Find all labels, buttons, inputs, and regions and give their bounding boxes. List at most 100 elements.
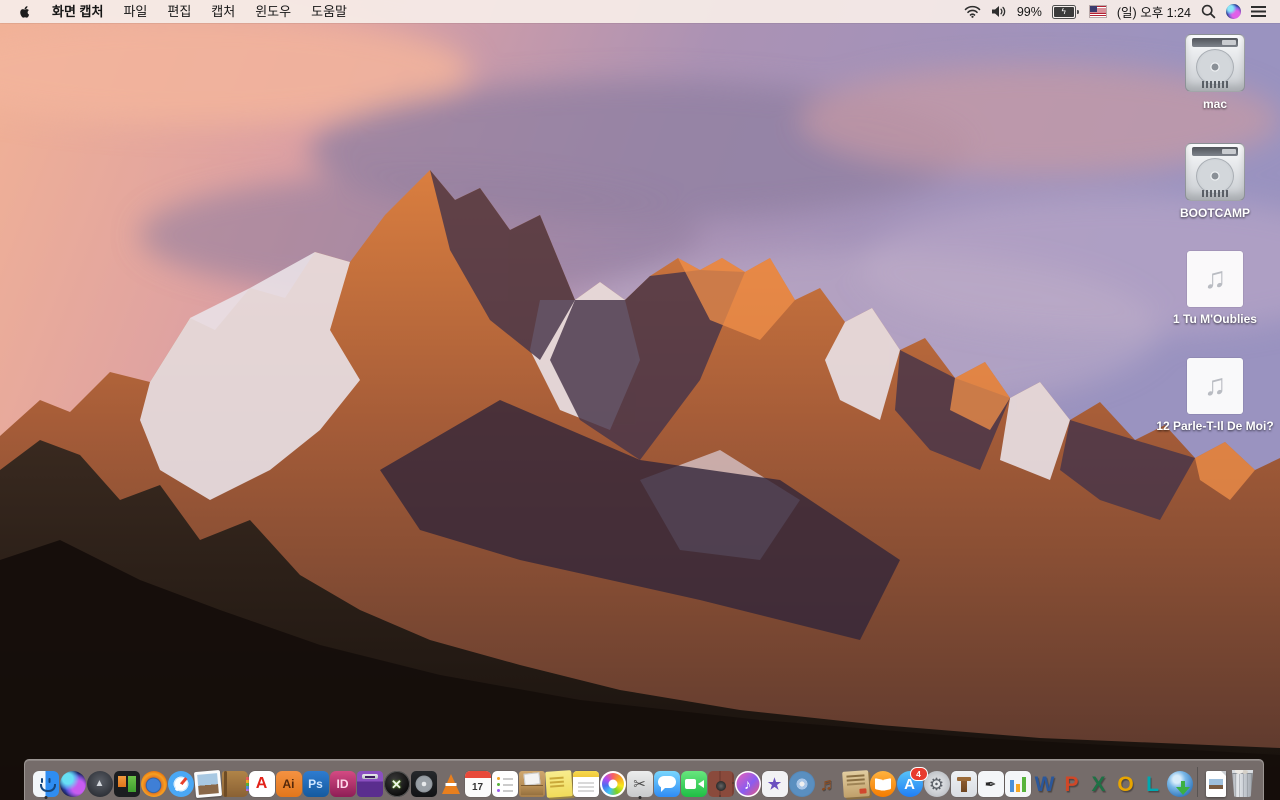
notification-badge: 4 (909, 767, 928, 781)
battery-nub (1076, 9, 1079, 14)
dock-outlook[interactable]: O (1112, 771, 1139, 797)
volume-icon[interactable] (991, 5, 1007, 18)
menu-item-window[interactable]: 윈도우 (245, 0, 301, 23)
dock-keynote[interactable] (950, 771, 977, 797)
dock-preview[interactable] (193, 769, 222, 799)
dock-facetime[interactable] (680, 771, 707, 797)
desktop-icon-bootcamp[interactable]: BOOTCAMP (1152, 142, 1278, 222)
dock-itunes[interactable]: ♪ (734, 771, 761, 797)
menu-item-capture[interactable]: 캡처 (201, 0, 245, 23)
dock-pages[interactable]: ✒ (977, 771, 1004, 797)
desktop-icon-mac[interactable]: mac (1152, 34, 1278, 113)
dock-siri[interactable] (59, 771, 86, 797)
toast-icon (356, 771, 383, 797)
disk-speed-icon (410, 771, 437, 797)
grab-glyph: ✂ (633, 775, 646, 793)
dock-calendar[interactable]: 17 (464, 771, 491, 797)
garageband-glyph: ♬ (819, 774, 838, 794)
dock-notes[interactable] (572, 771, 599, 797)
dock-numbers[interactable] (1004, 771, 1031, 797)
spotlight-icon[interactable] (1201, 4, 1216, 19)
menu-item-edit[interactable]: 편집 (157, 0, 201, 23)
stickies-icon (544, 770, 573, 798)
minimized-document-icon (1205, 771, 1226, 797)
dock-trash[interactable] (1229, 770, 1256, 797)
dock-firefox[interactable] (140, 771, 167, 797)
excel-icon: X (1086, 771, 1112, 797)
dock-toast[interactable] (356, 771, 383, 797)
photoshop-glyph: Ps (308, 777, 323, 791)
notification-center-icon[interactable] (1251, 6, 1266, 17)
dock-vlc[interactable] (437, 771, 464, 797)
dock-messages[interactable] (653, 771, 680, 797)
dock-app-store[interactable]: A4 (896, 767, 928, 797)
dock-reminders[interactable] (491, 771, 518, 797)
lync-glyph: L (1146, 772, 1159, 796)
garageband-icon: ♬ (816, 771, 842, 797)
reminders-icon (491, 771, 518, 797)
dock-separator (1197, 767, 1198, 797)
app-store-icon: A4 (896, 767, 928, 797)
dock-downloader[interactable] (1166, 771, 1193, 797)
desktop-icon-tu-moublies[interactable]: ♫ 1 Tu M'Oublies (1152, 251, 1278, 328)
dock-dvd-player[interactable] (788, 771, 815, 797)
dock-papers-stack[interactable] (841, 770, 870, 798)
menu-bar-clock[interactable]: (일) 오후 1:24 (1117, 2, 1191, 21)
dock-window-tiles[interactable] (113, 771, 140, 797)
dock-x-app[interactable]: ✕ (383, 771, 410, 797)
facetime-icon (680, 771, 707, 797)
dock-disk-speed[interactable] (410, 771, 437, 797)
dock-photoshop[interactable]: Ps (302, 771, 329, 797)
dock-minimized-document[interactable] (1202, 771, 1229, 797)
dock-finder[interactable] (32, 771, 59, 799)
dvd-player-icon (788, 771, 815, 797)
dock-excel[interactable]: X (1085, 771, 1112, 797)
dr-top (1192, 38, 1238, 47)
apple-menu-icon[interactable] (18, 4, 32, 19)
dock-ibooks[interactable] (869, 771, 896, 797)
dock-contacts[interactable] (221, 771, 249, 797)
messages-icon (653, 771, 680, 797)
dock-garageband[interactable]: ♬ (815, 771, 842, 797)
running-indicator (44, 796, 47, 799)
downloader-icon (1166, 771, 1193, 797)
wifi-icon[interactable] (964, 5, 981, 18)
indesign-glyph: ID (336, 777, 349, 791)
vlc-icon (438, 771, 464, 797)
dock-unarchiver[interactable] (518, 771, 545, 797)
dock-photos[interactable] (599, 771, 626, 797)
itunes-icon: ♪ (734, 771, 761, 797)
hard-drive-icon (1185, 34, 1245, 92)
photoshop-icon: Ps (302, 771, 329, 797)
dock-word[interactable]: W (1031, 771, 1058, 797)
dock-photo-booth[interactable] (707, 771, 734, 797)
dock-safari[interactable] (167, 771, 194, 797)
menu-item-file[interactable]: 파일 (113, 0, 157, 23)
battery-icon[interactable]: ϟ (1051, 4, 1079, 19)
siri-icon[interactable] (1226, 4, 1241, 19)
notes-icon (572, 771, 599, 797)
excel-glyph: X (1091, 772, 1106, 796)
dock-launchpad[interactable]: ▲ (86, 771, 113, 797)
menu-bar: 화면 캡처 파일 편집 캡처 윈도우 도움말 99% ϟ (일) 오후 1:24 (0, 0, 1280, 23)
keynote-icon (950, 771, 977, 797)
menu-item-screen-capture[interactable]: 화면 캡처 (42, 0, 113, 23)
dr-platter (1196, 49, 1234, 85)
desktop-icon-parle-t-il-de-moi[interactable]: ♫ 12 Parle-T-Il De Moi? (1152, 357, 1278, 435)
dr-top (1192, 146, 1238, 156)
dock-imovie[interactable]: ★ (761, 771, 788, 797)
dock-powerpoint[interactable]: P (1058, 771, 1085, 797)
indesign-icon: ID (329, 771, 356, 797)
input-source-us-flag[interactable] (1088, 5, 1107, 18)
dock-stickies[interactable] (544, 770, 573, 798)
acrobat-reader-glyph: A (255, 775, 268, 792)
dock-acrobat-reader[interactable]: A (248, 771, 275, 797)
acrobat-reader-icon: A (248, 771, 275, 797)
dock-grab[interactable]: ✂ (626, 771, 653, 799)
word-icon: W (1032, 771, 1058, 797)
dock-indesign[interactable]: ID (329, 771, 356, 797)
dock-lync[interactable]: L (1139, 771, 1166, 797)
menu-item-help[interactable]: 도움말 (301, 0, 357, 23)
dock-items: ▲ A Ai Ps ID ✕ 17 ✂ ♪ ★ ♬ A 4 ⚙ ✒ W P X O L (32, 767, 1256, 799)
dock-illustrator[interactable]: Ai (275, 771, 302, 797)
